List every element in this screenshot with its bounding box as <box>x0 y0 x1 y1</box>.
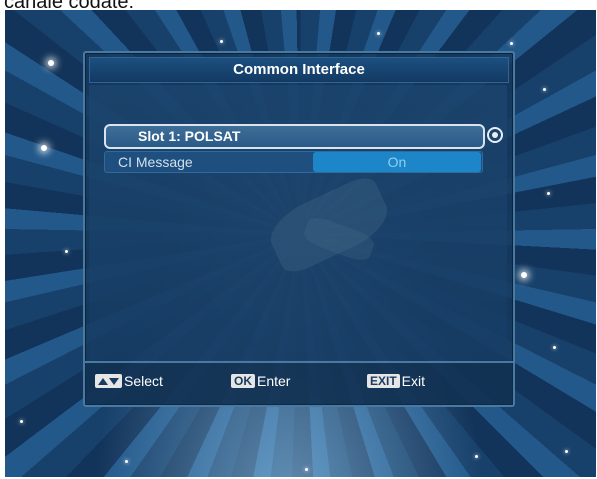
common-interface-dialog: Common Interface Select OK Enter EXIT Ex… <box>83 51 515 407</box>
star-icon <box>377 32 380 35</box>
star-icon <box>41 145 47 151</box>
footer-hints: Select OK Enter EXIT Exit <box>85 361 513 405</box>
exit-hint: EXIT Exit <box>367 373 425 389</box>
star-icon <box>510 42 513 45</box>
ci-message-value[interactable]: On <box>313 152 481 172</box>
star-icon <box>220 40 223 43</box>
star-icon <box>65 250 68 253</box>
ci-message-row[interactable]: CI Message On <box>104 151 483 173</box>
enter-label: Enter <box>257 373 291 389</box>
star-icon <box>305 468 308 471</box>
star-icon <box>125 460 128 463</box>
slot-1-item[interactable]: Slot 1: POLSAT <box>104 124 485 149</box>
select-label: Select <box>124 373 163 389</box>
ok-key-icon: OK <box>231 374 255 388</box>
star-icon <box>20 420 23 423</box>
star-icon <box>48 60 54 66</box>
slot-label: Slot 1: POLSAT <box>138 128 241 144</box>
arrow-down-icon <box>109 377 119 385</box>
title-bar: Common Interface <box>89 57 509 83</box>
enter-hint: OK Enter <box>231 373 290 389</box>
star-icon <box>521 272 527 278</box>
arrow-up-icon <box>98 377 108 385</box>
exit-label: Exit <box>401 373 426 389</box>
up-down-arrows-icon <box>95 374 122 388</box>
radio-selected-icon[interactable] <box>487 127 503 143</box>
star-icon <box>547 192 550 195</box>
star-icon <box>565 450 568 453</box>
ci-message-label: CI Message <box>118 154 193 170</box>
star-icon <box>475 455 478 458</box>
select-hint: Select <box>95 373 163 389</box>
star-icon <box>543 88 546 91</box>
exit-key-icon: EXIT <box>367 374 400 388</box>
dialog-title: Common Interface <box>233 61 365 78</box>
star-icon <box>553 346 556 349</box>
